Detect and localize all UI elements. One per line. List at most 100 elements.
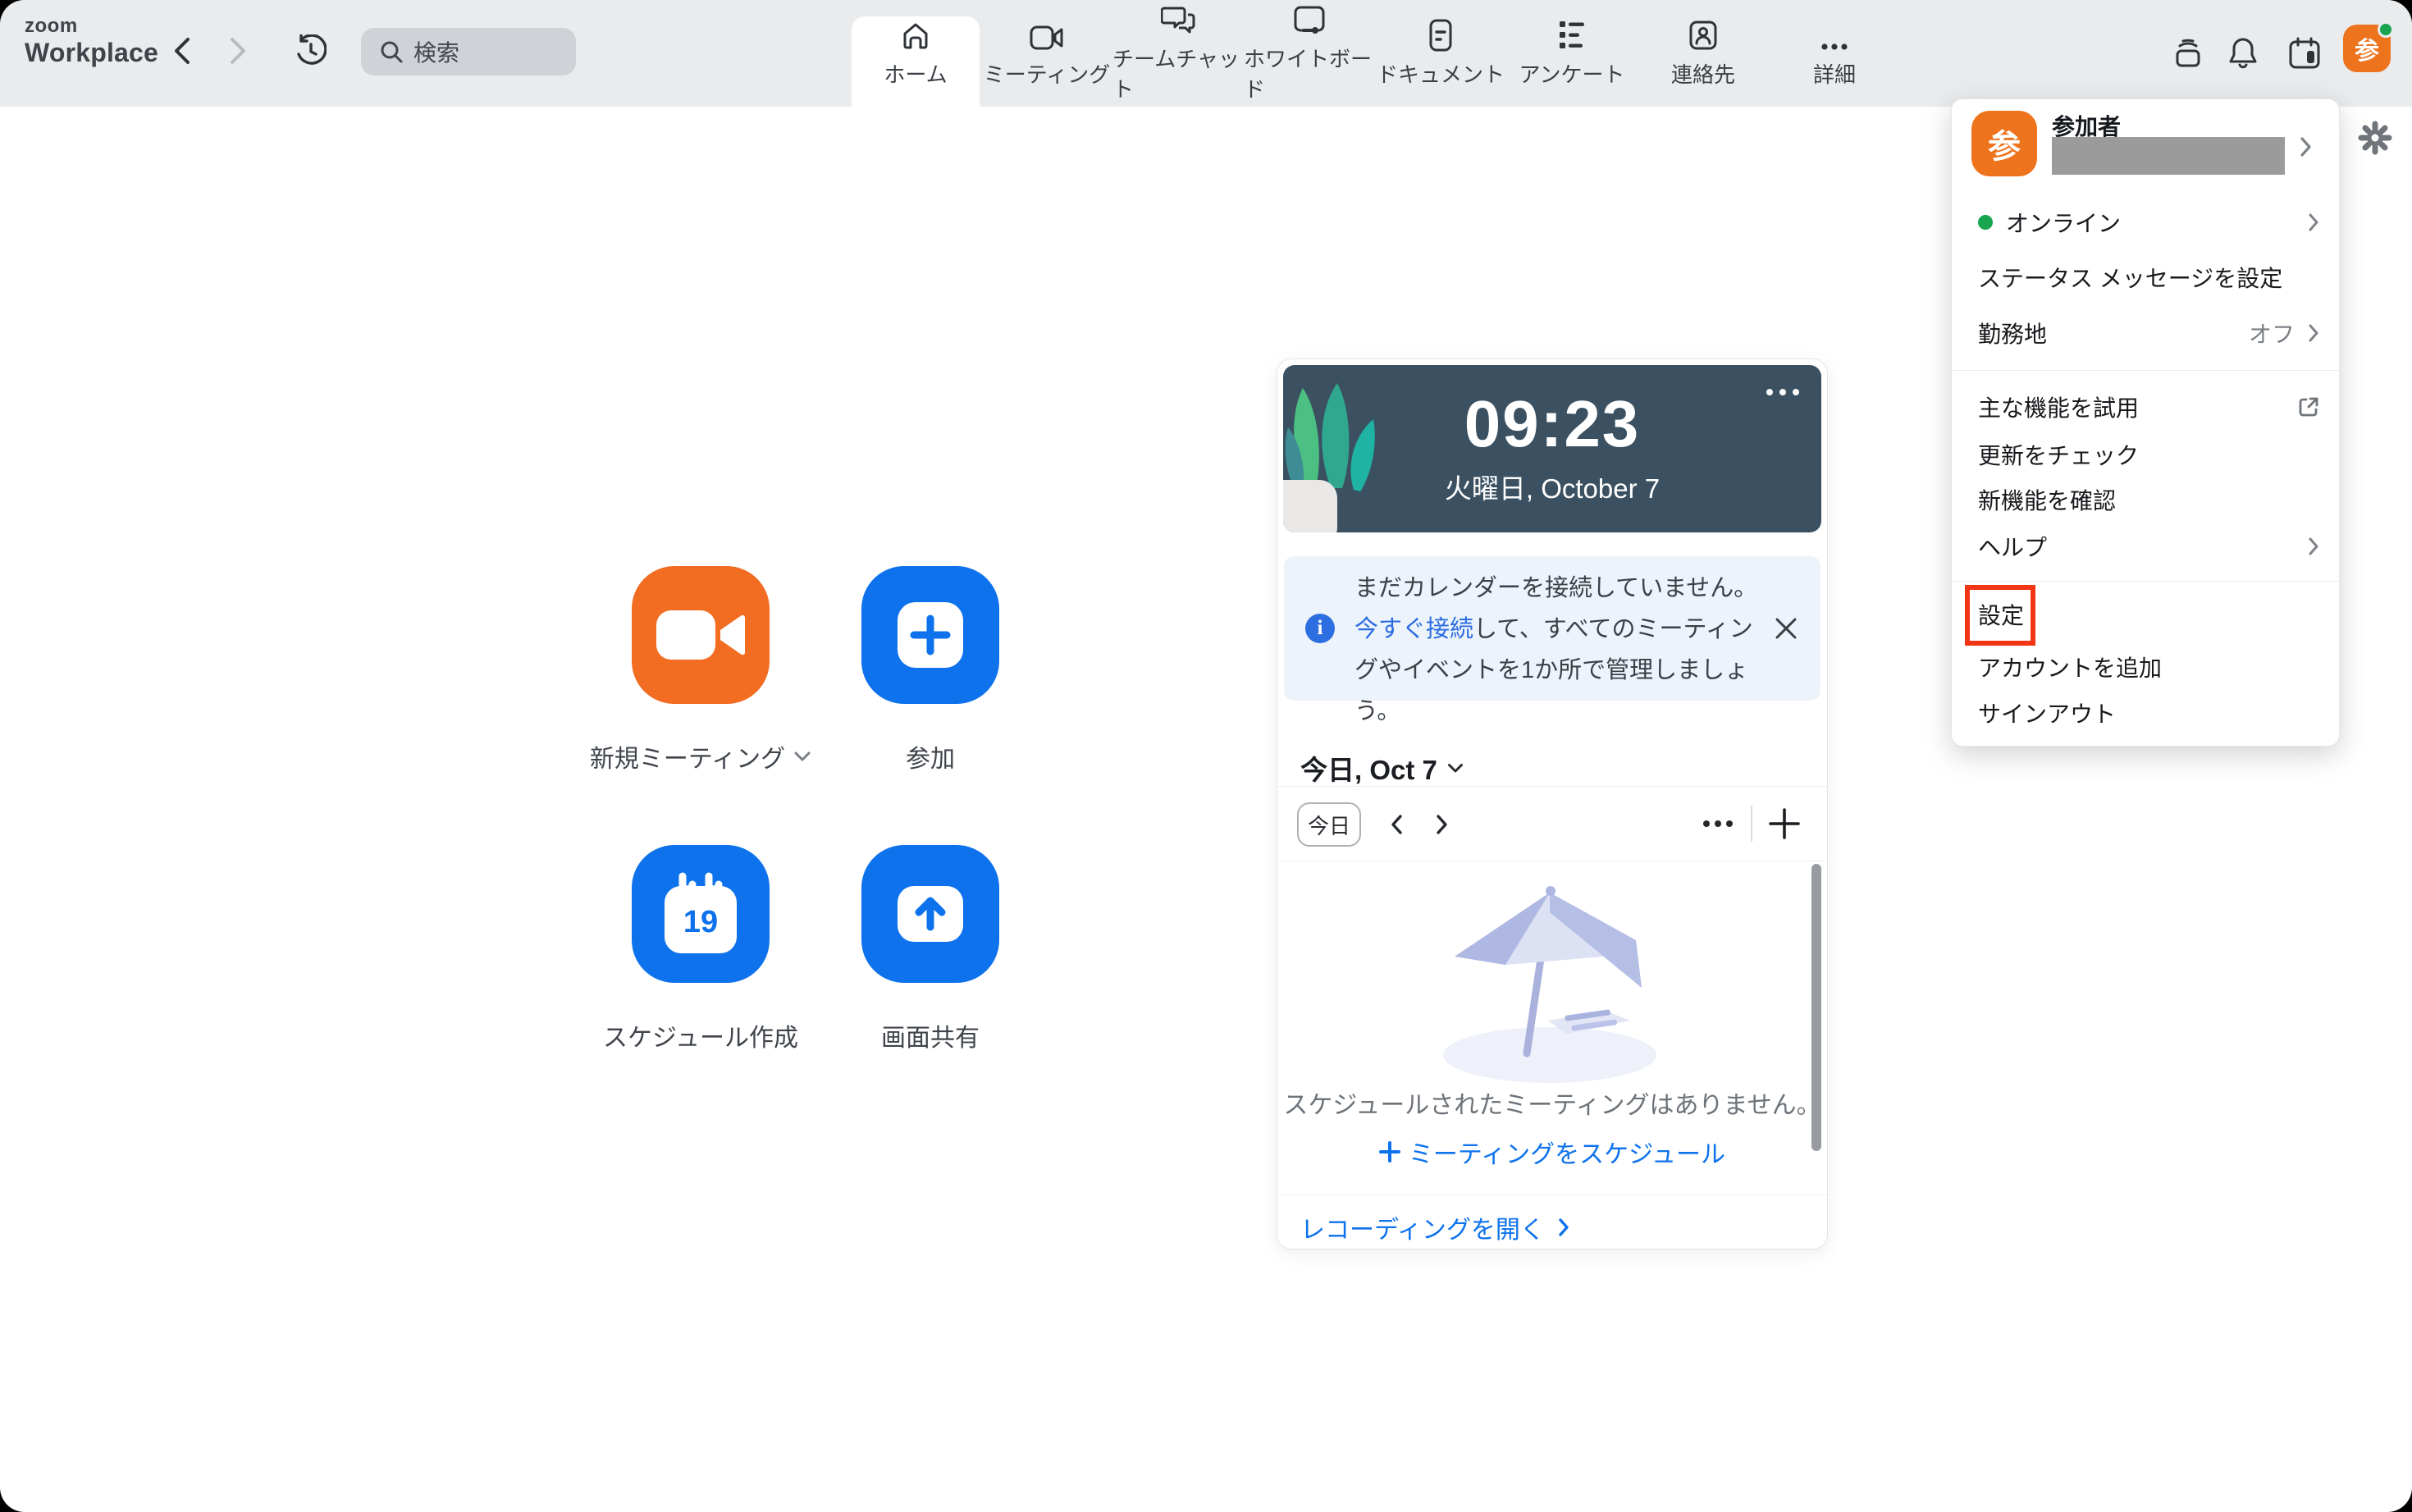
share-arrow-icon xyxy=(896,879,965,948)
label-text: 画面共有 xyxy=(881,1017,980,1053)
chevron-right-icon xyxy=(232,39,244,62)
tab-docs[interactable]: ドキュメント xyxy=(1375,0,1506,107)
menu-item-label: アカウントを追加 xyxy=(1978,651,2319,683)
share-screen-button[interactable] xyxy=(861,845,999,983)
chevron-right-icon xyxy=(2308,323,2319,343)
profile-dropdown-menu: 参 参加者 オンライン ステータス メッセージを設定 勤務地 オフ 主な機能を試… xyxy=(1951,98,2340,747)
avatar-initial: 参 xyxy=(1988,120,2021,167)
logo-line2: Workplace xyxy=(25,39,158,66)
search-placeholder: 検索 xyxy=(413,35,459,68)
banner-more-icon[interactable] xyxy=(1764,388,1802,396)
schedule-button[interactable]: 19 xyxy=(632,845,770,983)
tab-home[interactable]: ホーム xyxy=(850,0,981,107)
menu-divider xyxy=(1952,581,2339,582)
day-header[interactable]: 今日, Oct 7 xyxy=(1300,748,1464,788)
tab-label: ミーティング xyxy=(984,58,1110,89)
tab-meetings[interactable]: ミーティング xyxy=(981,0,1112,107)
next-day-button[interactable] xyxy=(1430,812,1455,837)
notifications-button[interactable] xyxy=(2227,36,2259,71)
back-button[interactable] xyxy=(164,33,200,69)
search-input[interactable]: 検索 xyxy=(361,28,576,75)
online-dot-icon xyxy=(1978,215,1993,230)
home-icon xyxy=(900,19,931,52)
tab-label: アンケート xyxy=(1519,58,1625,89)
new-meeting-button[interactable] xyxy=(632,566,770,704)
history-icon xyxy=(294,34,327,67)
more-dots-icon xyxy=(1702,820,1734,828)
tab-label: ホーム xyxy=(884,58,947,89)
chevron-down-icon xyxy=(1447,763,1464,774)
chevron-right-icon xyxy=(2300,136,2313,158)
close-icon[interactable] xyxy=(1773,615,1799,642)
chevron-down-icon[interactable] xyxy=(793,751,811,762)
chevron-right-icon xyxy=(1558,1217,1569,1237)
share-screen-label: 画面共有 xyxy=(815,1017,1045,1053)
prev-day-button[interactable] xyxy=(1384,812,1409,837)
more-dots-icon xyxy=(1818,19,1851,52)
menu-item-status-message[interactable]: ステータス メッセージを設定 xyxy=(1978,259,2319,295)
connect-device-button[interactable] xyxy=(2172,36,2204,69)
calendar-icon xyxy=(2287,36,2322,71)
settings-gear-button[interactable] xyxy=(2358,121,2392,155)
menu-item-label: 更新をチェック xyxy=(1978,438,2319,471)
clock-banner: 09:23 火曜日, October 7 xyxy=(1283,365,1821,532)
day-header-text: 今日, Oct 7 xyxy=(1300,748,1437,788)
tab-team-chat[interactable]: チームチャット xyxy=(1112,0,1244,107)
menu-item-whats-new[interactable]: 新機能を確認 xyxy=(1978,482,2319,518)
beach-umbrella-illustration xyxy=(1427,881,1681,1086)
join-button[interactable] xyxy=(861,566,999,704)
whiteboard-icon xyxy=(1292,3,1327,36)
tab-label: ホワイトボード xyxy=(1244,43,1375,103)
svg-text:19: 19 xyxy=(683,905,718,939)
gear-icon xyxy=(2358,121,2392,155)
external-link-icon xyxy=(2298,396,2319,418)
open-recordings-link[interactable]: レコーディングを開く xyxy=(1300,1209,1569,1245)
document-icon xyxy=(1428,19,1453,52)
empty-meetings-message: スケジュールされたミーティングはありません。 xyxy=(1277,1085,1827,1121)
scrollbar-thumb[interactable] xyxy=(1811,864,1821,1151)
schedule-link-text: ミーティングをスケジュール xyxy=(1409,1134,1725,1170)
forward-button[interactable] xyxy=(220,33,256,69)
schedule-meeting-link[interactable]: ミーティングをスケジュール xyxy=(1277,1134,1827,1170)
tab-surveys[interactable]: アンケート xyxy=(1506,0,1638,107)
today-button[interactable]: 今日 xyxy=(1297,802,1361,847)
menu-item-workplace[interactable]: 勤務地 オフ xyxy=(1978,315,2319,351)
tab-bar: ホーム ミーティング チームチャット ホワイトボード xyxy=(850,0,1900,107)
tab-contacts[interactable]: 連絡先 xyxy=(1638,0,1769,107)
menu-item-status[interactable]: オンライン xyxy=(1978,204,2319,240)
menu-item-try-features[interactable]: 主な機能を試用 xyxy=(1978,389,2319,425)
avatar-initial: 参 xyxy=(2355,30,2379,66)
survey-list-icon xyxy=(1556,19,1587,52)
video-camera-icon xyxy=(651,602,750,668)
join-label: 参加 xyxy=(815,738,1045,774)
settings-highlight-box xyxy=(1965,585,2035,646)
add-meeting-button[interactable] xyxy=(1766,806,1802,842)
divider xyxy=(1277,786,1827,787)
menu-item-add-account[interactable]: アカウントを追加 xyxy=(1978,649,2319,685)
plus-icon xyxy=(1379,1141,1400,1163)
menu-item-check-updates[interactable]: 更新をチェック xyxy=(1978,436,2319,473)
history-button[interactable] xyxy=(292,33,328,69)
calendar-button[interactable] xyxy=(2287,36,2322,71)
calendar-more-button[interactable] xyxy=(1699,819,1737,829)
new-meeting-label: 新規ミーティング xyxy=(586,738,815,774)
chevron-left-icon xyxy=(176,39,188,62)
notice-text: まだカレンダーを接続していません。今すぐ接続して、すべてのミーティングやイベント… xyxy=(1354,568,1771,732)
video-camera-icon xyxy=(1030,19,1064,52)
menu-item-value: オフ xyxy=(2249,317,2295,349)
tab-whiteboard[interactable]: ホワイトボード xyxy=(1244,0,1375,107)
tab-more[interactable]: 詳細 xyxy=(1769,0,1900,107)
plus-icon xyxy=(1768,807,1801,840)
connect-now-link[interactable]: 今すぐ接続 xyxy=(1354,616,1473,642)
toolbar-divider xyxy=(1751,806,1752,842)
menu-item-help[interactable]: ヘルプ xyxy=(1978,528,2319,564)
profile-avatar[interactable]: 参 xyxy=(2343,25,2391,72)
chat-bubbles-icon xyxy=(1161,3,1195,36)
menu-item-label: 主な機能を試用 xyxy=(1978,391,2298,423)
menu-item-sign-out[interactable]: サインアウト xyxy=(1978,695,2319,731)
chevron-right-icon xyxy=(2308,212,2319,232)
label-text: 参加 xyxy=(906,738,955,774)
tab-label: 詳細 xyxy=(1813,58,1856,89)
menu-item-label: ステータス メッセージを設定 xyxy=(1978,261,2319,294)
menu-item-label: 勤務地 xyxy=(1978,317,2249,349)
